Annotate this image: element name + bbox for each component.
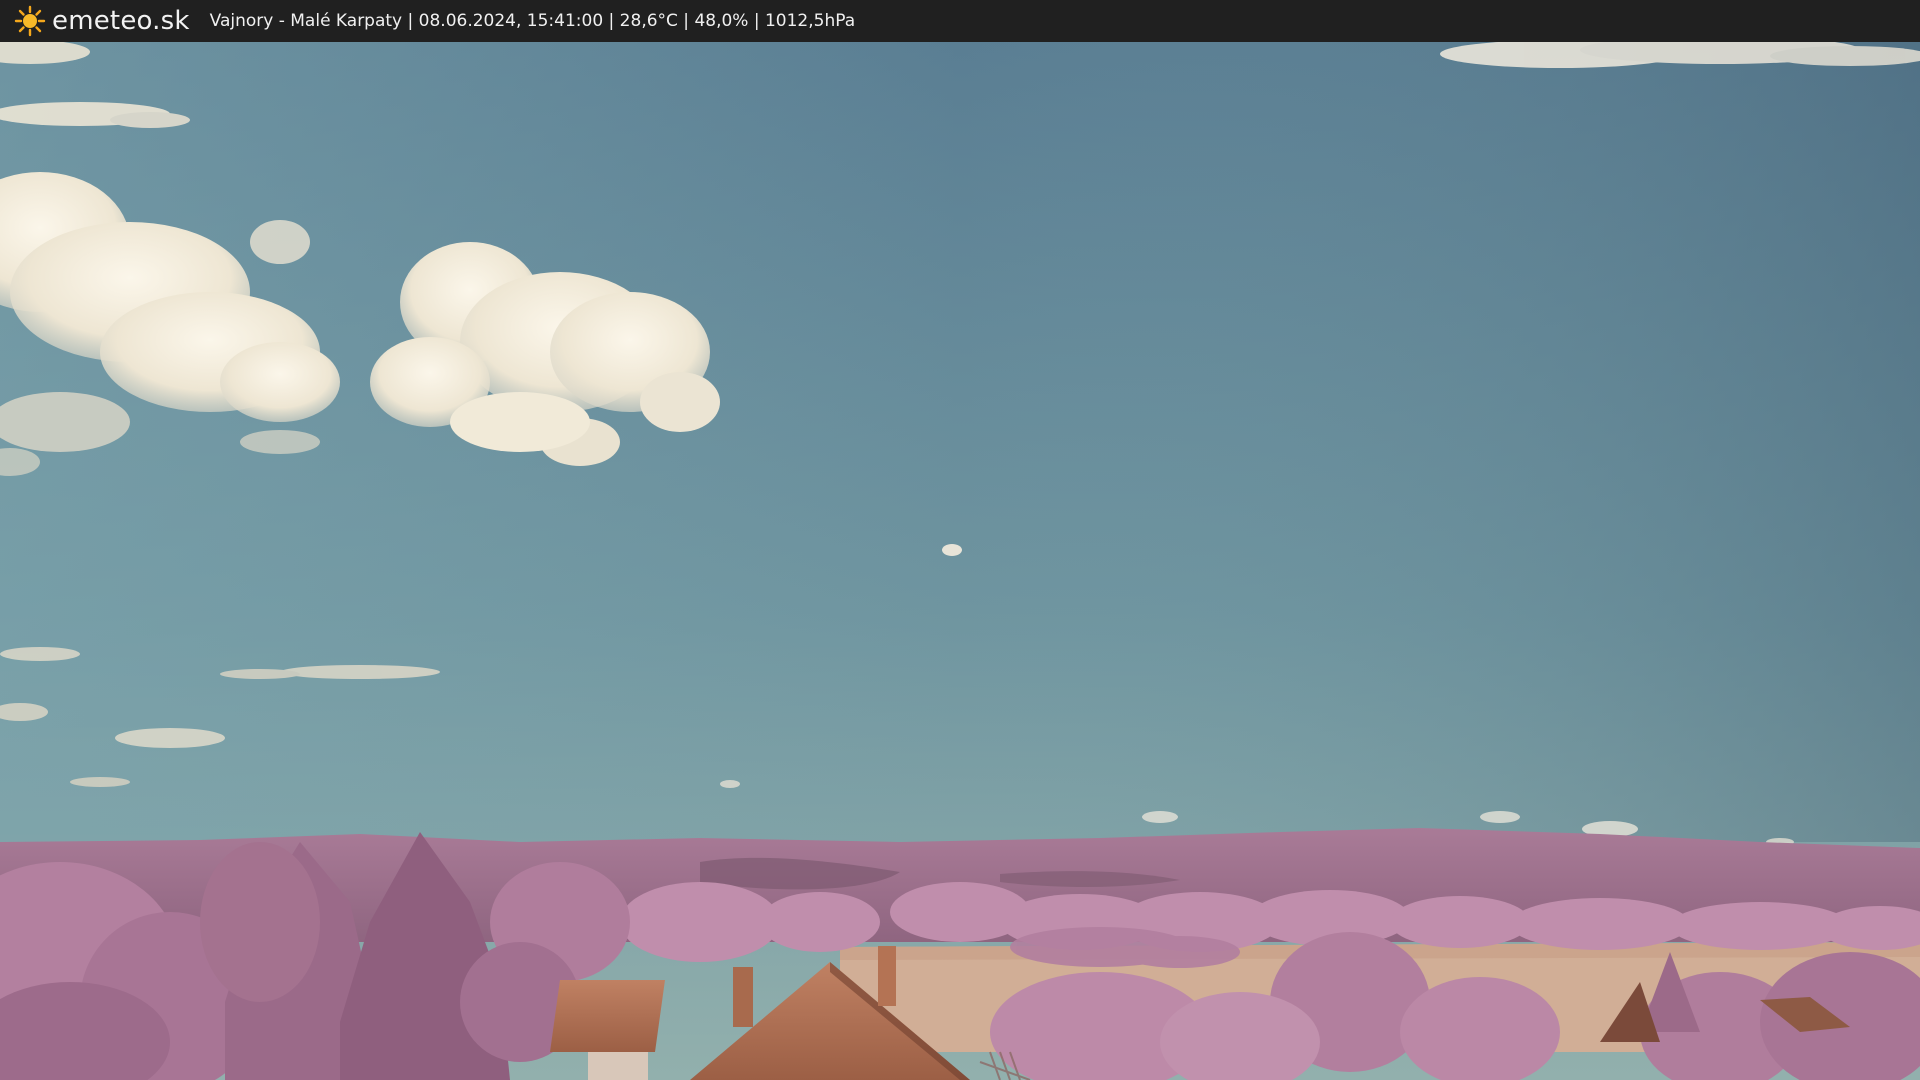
webcam-image (0, 42, 1920, 1080)
webcam-caption: Vajnory - Malé Karpaty | 08.06.2024, 15:… (209, 11, 856, 31)
logo[interactable]: emeteo.sk (14, 5, 190, 37)
trees (0, 832, 630, 1080)
sun-icon (14, 5, 46, 37)
brand-name: emeteo.sk (52, 6, 190, 36)
webcam-scene (0, 42, 1920, 1080)
header-bar: emeteo.sk Vajnory - Malé Karpaty | 08.06… (0, 0, 1920, 42)
chimney (733, 967, 753, 1027)
chimney (878, 946, 896, 1006)
cloud (942, 544, 962, 556)
